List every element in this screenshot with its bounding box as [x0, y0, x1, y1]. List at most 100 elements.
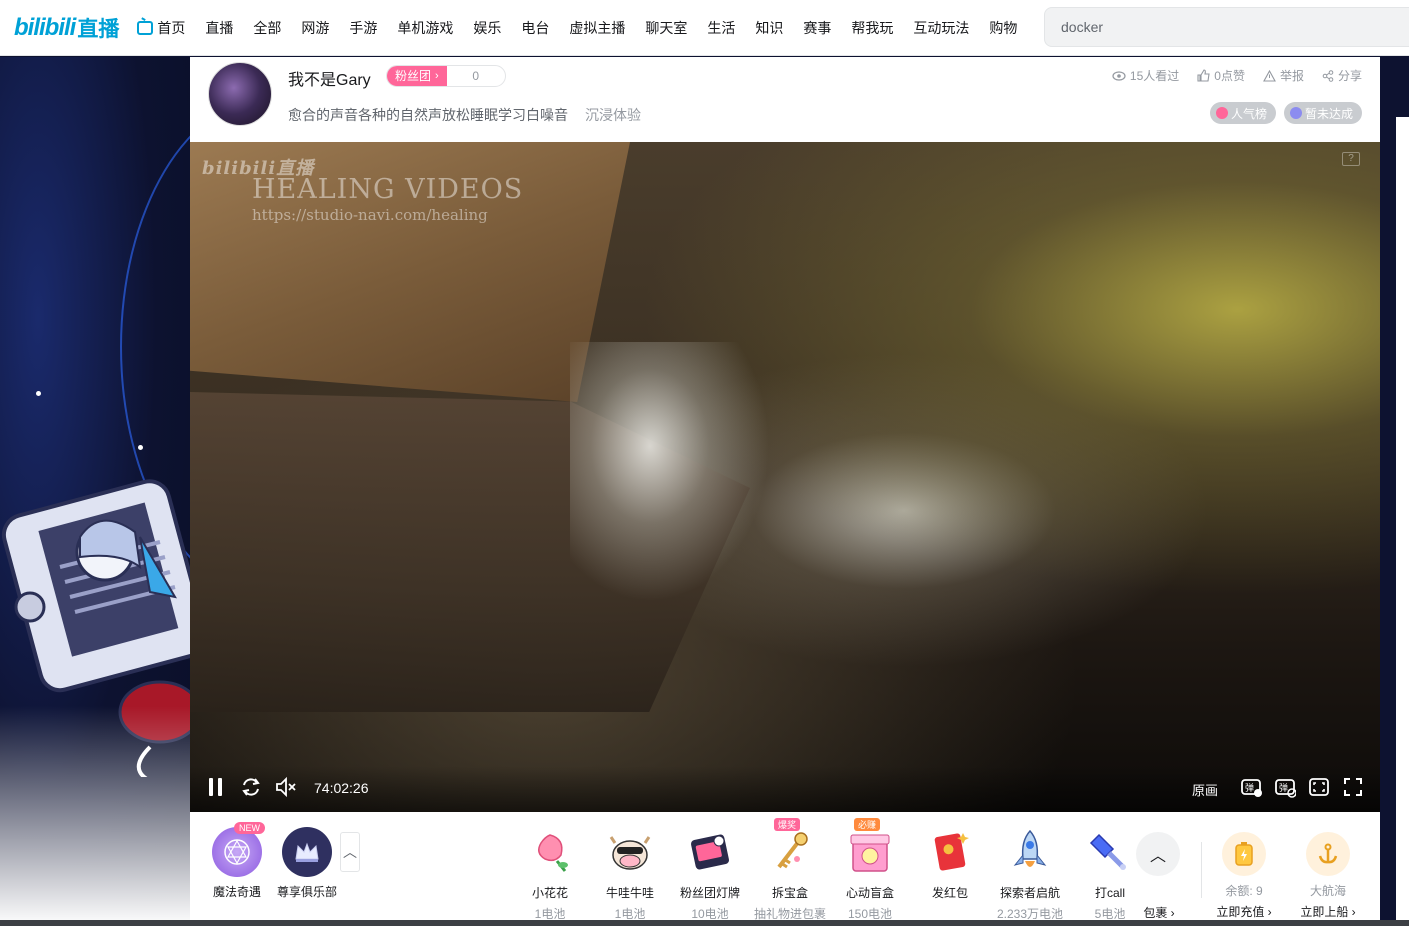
achievement-badge[interactable]: 暂未达成	[1283, 102, 1362, 124]
player-controls: 74:02:26 原画 弹 弹	[190, 766, 1380, 812]
gift-name: 小花花	[531, 886, 568, 900]
nav-item-home[interactable]: 首页	[137, 18, 185, 38]
gift-name: 心动盲盒	[845, 886, 894, 900]
magic-adventure-button[interactable]: NEW 魔法奇遇	[204, 822, 270, 900]
side-panel-edge	[1396, 117, 1409, 926]
gift-item-flower[interactable]: 小花花 1电池	[510, 822, 590, 922]
gift-name: 牛哇牛哇	[605, 886, 654, 900]
refresh-icon[interactable]	[240, 776, 262, 798]
new-tag: NEW	[234, 822, 265, 834]
vip-club-button[interactable]: 尊享俱乐部	[274, 824, 340, 900]
watermark-title: HEALING VIDEOS	[252, 174, 524, 205]
warning-icon	[1263, 69, 1276, 82]
gift-name: 拆宝盒	[771, 886, 808, 900]
report-button[interactable]: 举报	[1263, 67, 1304, 84]
gift-list: 小花花 1电池 牛哇牛哇 1电池 粉丝团灯牌 10电池 爆奖 拆宝盒 抽礼物进包…	[510, 818, 1150, 922]
room-stats: 15人看过 0点赞 举报 分享	[1094, 67, 1362, 84]
nav-label: 首页	[157, 19, 186, 36]
web-fullscreen-icon[interactable]	[1308, 776, 1330, 798]
nav-item-radio[interactable]: 电台	[521, 18, 549, 38]
nav-item-shopping[interactable]: 购物	[989, 18, 1017, 38]
share-icon	[1322, 69, 1334, 82]
eye-icon	[1112, 70, 1126, 81]
hot-prize-tag: 爆奖	[774, 818, 801, 831]
like-count-text: 0点赞	[1214, 69, 1245, 83]
captain-label: 大航海	[1309, 884, 1346, 898]
gift-item-cow[interactable]: 牛哇牛哇 1电池	[590, 822, 670, 922]
recharge-link[interactable]: 立即充值 ›	[1209, 903, 1279, 920]
top-navbar: bilibili 直播 首页 直播 全部 网游 手游 单机游戏 娱乐 电台 虚拟…	[0, 0, 1409, 56]
nav-item-interactive[interactable]: 互动玩法	[913, 18, 969, 38]
watermark-url: https://studio-navi.com/healing	[252, 206, 488, 224]
playback-time: 74:02:26	[314, 780, 369, 796]
report-text: 举报	[1279, 69, 1304, 83]
glowstick-icon	[1086, 828, 1134, 876]
gift-name: 发红包	[931, 886, 968, 900]
background-fade	[0, 706, 190, 926]
share-text: 分享	[1337, 69, 1362, 83]
danmaku-toggle-icon[interactable]: 弹	[1240, 776, 1262, 798]
tv-icon	[137, 20, 154, 35]
achievement-label: 暂未达成	[1304, 106, 1353, 121]
captain-section[interactable]: 大航海 立即上船 ›	[1293, 832, 1363, 920]
recharge-section[interactable]: 余额: 9 立即充值 ›	[1209, 832, 1279, 920]
nav-item-all[interactable]: 全部	[253, 18, 281, 38]
like-button[interactable]: 0点赞	[1197, 67, 1245, 84]
magic-circle-icon	[212, 827, 262, 877]
board-link[interactable]: 立即上船 ›	[1293, 903, 1363, 920]
treasure-key-icon	[766, 828, 814, 876]
popularity-rank-badge[interactable]: 人气榜	[1209, 102, 1276, 124]
bilibili-live-logo[interactable]: bilibili 直播	[14, 0, 119, 56]
chevron-right-icon: ›	[435, 70, 439, 82]
room-background-right	[1380, 57, 1409, 926]
help-icon[interactable]: ?	[1342, 152, 1360, 166]
gift-name: 粉丝团灯牌	[679, 886, 740, 900]
medal-icon	[1289, 107, 1302, 119]
gift-item-red-envelope[interactable]: 发红包	[910, 822, 990, 922]
nav-item-mobile-games[interactable]: 手游	[349, 18, 377, 38]
volume-muted-icon[interactable]	[274, 776, 298, 798]
fan-club-count: 0	[472, 69, 480, 83]
fan-club-button[interactable]: 粉丝团 › 0	[386, 65, 506, 87]
fan-lightboard-icon	[686, 828, 734, 876]
video-watermark: bilibili直播 HEALING VIDEOS https://studio…	[202, 154, 522, 224]
nav-item-live[interactable]: 直播	[205, 18, 233, 38]
search-input[interactable]	[1045, 8, 1409, 46]
quality-selector[interactable]: 原画	[1192, 780, 1218, 799]
fullscreen-icon[interactable]	[1342, 776, 1364, 798]
danmaku-settings-icon[interactable]: 弹	[1274, 776, 1296, 798]
gift-item-explorer-launch[interactable]: 探索者启航 2.233万电池	[990, 822, 1070, 922]
nav-item-life[interactable]: 生活	[707, 18, 735, 38]
nav-item-esports[interactable]: 赛事	[803, 18, 831, 38]
fire-icon	[1215, 107, 1228, 119]
svg-text:弹: 弹	[1245, 782, 1254, 794]
nav-item-knowledge[interactable]: 知识	[755, 18, 783, 38]
share-button[interactable]: 分享	[1322, 67, 1362, 84]
pause-icon[interactable]	[206, 776, 226, 798]
nav-item-entertainment[interactable]: 娱乐	[473, 18, 501, 38]
gift-item-blind-box[interactable]: 必赚 心动盲盒 150电池	[830, 818, 910, 922]
gift-item-treasure-box[interactable]: 爆奖 拆宝盒 抽礼物进包裹	[750, 818, 830, 922]
video-player[interactable]: bilibili直播 HEALING VIDEOS https://studio…	[190, 142, 1380, 812]
package-button[interactable]: ︿ 包裹 ›	[1136, 832, 1182, 921]
anchor-icon	[1306, 832, 1350, 876]
host-name[interactable]: 我不是Gary	[288, 66, 371, 90]
gift-item-fan-lightboard[interactable]: 粉丝团灯牌 10电池	[670, 822, 750, 922]
room-area-link[interactable]: 沉浸体验	[585, 105, 641, 125]
nav-item-single-games[interactable]: 单机游戏	[397, 18, 453, 38]
magic-adventure-label: 魔法奇遇	[212, 885, 261, 899]
nav-item-chatroom[interactable]: 聊天室	[645, 18, 687, 38]
room-background-left	[0, 57, 190, 926]
star-decor	[36, 391, 41, 396]
nav-item-vtuber[interactable]: 虚拟主播	[569, 18, 625, 38]
logo-live-text: 直播	[77, 17, 120, 41]
logo-bili-text: bilibili	[14, 13, 76, 41]
search-box	[1044, 7, 1409, 47]
nav-menu: 首页 直播 全部 网游 手游 单机游戏 娱乐 电台 虚拟主播 聊天室 生活 知识…	[137, 18, 1037, 38]
nav-item-online-games[interactable]: 网游	[301, 18, 329, 38]
chevron-up-icon: ︿	[343, 844, 357, 860]
collapse-button[interactable]: ︿	[340, 832, 360, 872]
svg-text:弹: 弹	[1279, 782, 1288, 794]
nav-item-play-for-me[interactable]: 帮我玩	[851, 18, 893, 38]
host-avatar[interactable]	[208, 62, 272, 126]
